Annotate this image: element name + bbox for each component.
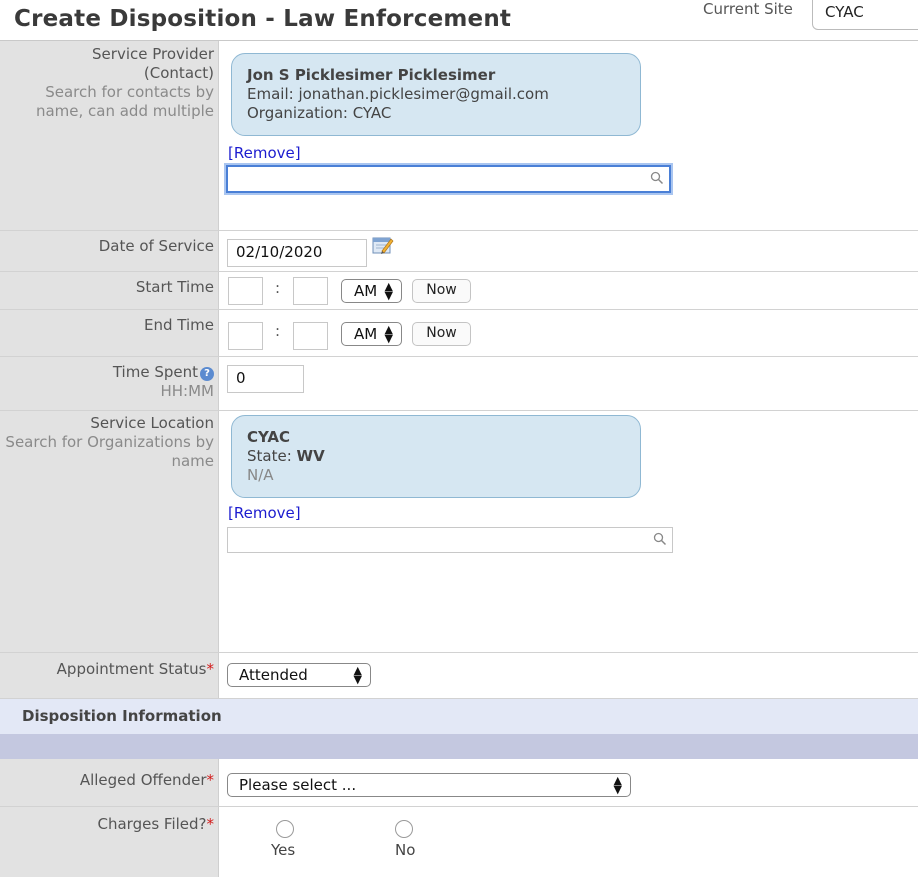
charges-filed-yes-label: Yes — [271, 841, 296, 859]
charges-filed-label: Charges Filed? — [97, 815, 207, 833]
time-spent-label: Time Spent — [112, 363, 198, 381]
appointment-status-label-cell: Appointment Status* — [0, 653, 219, 698]
start-time-colon: : — [275, 279, 281, 297]
alleged-offender-value: Please select ... — [239, 776, 357, 794]
end-ampm-value: AM — [354, 325, 378, 343]
start-minute-input[interactable] — [293, 277, 328, 305]
date-of-service-row: Date of Service 02/10/2020 — [0, 231, 918, 272]
calendar-edit-icon[interactable] — [372, 235, 394, 255]
appointment-status-select[interactable]: Attended ▲ ▼ — [227, 663, 371, 687]
end-now-button[interactable]: Now — [412, 322, 471, 346]
contact-search-input[interactable] — [226, 165, 671, 193]
required-marker: * — [206, 660, 215, 678]
organization-state-value: WV — [296, 447, 325, 465]
organization-extra: N/A — [247, 466, 274, 484]
contact-organization: Organization: CYAC — [247, 104, 392, 122]
service-provider-hint: Search for contacts by name, can add mul… — [35, 83, 214, 120]
select-arrows-icon: ▲ ▼ — [384, 280, 393, 302]
alleged-offender-select[interactable]: Please select ... ▲ ▼ — [227, 773, 631, 797]
alleged-offender-label: Alleged Offender — [79, 771, 207, 789]
contact-email: Email: jonathan.picklesimer@gmail.com — [247, 85, 549, 103]
charges-filed-label-cell: Charges Filed?* — [0, 807, 219, 877]
service-location-hint: Search for Organizations by name — [5, 433, 214, 470]
select-arrows-icon: ▲ ▼ — [353, 664, 362, 686]
service-provider-row: Service Provider (Contact) Search for co… — [0, 41, 918, 231]
service-provider-label-cell: Service Provider (Contact) Search for co… — [0, 41, 219, 230]
contact-card: Jon S Picklesimer Picklesimer Email: jon… — [231, 53, 641, 136]
search-icon — [653, 532, 667, 546]
organization-search-input[interactable] — [227, 527, 673, 553]
organization-card: CYAC State: WV N/A — [231, 415, 641, 498]
time-spent-row: Time Spent? HH:MM 0 — [0, 357, 918, 411]
appointment-status-label: Appointment Status — [56, 660, 207, 678]
service-location-row: Service Location Search for Organization… — [0, 411, 918, 653]
time-spent-input[interactable]: 0 — [227, 365, 304, 393]
remove-organization-link[interactable]: [Remove] — [228, 504, 301, 522]
end-hour-input[interactable] — [228, 322, 263, 350]
start-now-button[interactable]: Now — [412, 279, 471, 303]
time-spent-hint: HH:MM — [160, 382, 215, 400]
organization-name: CYAC — [247, 428, 291, 446]
disposition-section-bar — [0, 734, 918, 759]
start-time-row: Start Time : AM ▲ ▼ Now — [0, 272, 918, 310]
end-time-colon: : — [275, 322, 281, 340]
charges-filed-row: Charges Filed?* Yes No — [0, 807, 918, 877]
start-ampm-select[interactable]: AM ▲ ▼ — [341, 279, 402, 303]
organization-state-label: State: — [247, 447, 292, 465]
service-location-label-cell: Service Location Search for Organization… — [0, 411, 219, 652]
appointment-status-value: Attended — [239, 666, 308, 684]
service-location-label: Service Location — [90, 414, 214, 432]
charges-filed-no-label: No — [395, 841, 416, 859]
date-of-service-label: Date of Service — [0, 231, 219, 271]
required-marker: * — [206, 771, 215, 789]
start-ampm-value: AM — [354, 282, 378, 300]
time-spent-label-cell: Time Spent? HH:MM — [0, 357, 219, 410]
alleged-offender-row: Alleged Offender* Please select ... ▲ ▼ — [0, 759, 918, 807]
date-of-service-input[interactable]: 02/10/2020 — [227, 239, 367, 267]
start-time-label: Start Time — [0, 272, 219, 309]
service-provider-label: Service Provider (Contact) — [92, 45, 214, 82]
alleged-offender-label-cell: Alleged Offender* — [0, 759, 219, 806]
disposition-form: Service Provider (Contact) Search for co… — [0, 40, 918, 877]
page-title: Create Disposition - Law Enforcement — [14, 6, 512, 32]
disposition-section-header: Disposition Information — [0, 699, 918, 734]
remove-contact-link[interactable]: [Remove] — [228, 144, 301, 162]
help-icon[interactable]: ? — [200, 367, 214, 381]
charges-filed-yes-radio[interactable] — [276, 820, 294, 838]
charges-filed-no-radio[interactable] — [395, 820, 413, 838]
select-arrows-icon: ▲ ▼ — [384, 323, 393, 345]
appointment-status-row: Appointment Status* Attended ▲ ▼ — [0, 653, 918, 699]
required-marker: * — [206, 815, 215, 833]
select-arrows-icon: ▲ ▼ — [613, 774, 622, 796]
end-time-label: End Time — [0, 310, 219, 356]
end-ampm-select[interactable]: AM ▲ ▼ — [341, 322, 402, 346]
current-site-select[interactable]: CYAC — [812, 0, 918, 30]
current-site-label: Current Site — [703, 0, 793, 18]
start-hour-input[interactable] — [228, 277, 263, 305]
end-time-row: End Time : AM ▲ ▼ Now — [0, 310, 918, 357]
service-provider-value-cell: Jon S Picklesimer Picklesimer Email: jon… — [219, 41, 918, 230]
contact-name: Jon S Picklesimer Picklesimer — [247, 66, 496, 84]
end-minute-input[interactable] — [293, 322, 328, 350]
search-icon — [650, 171, 664, 185]
